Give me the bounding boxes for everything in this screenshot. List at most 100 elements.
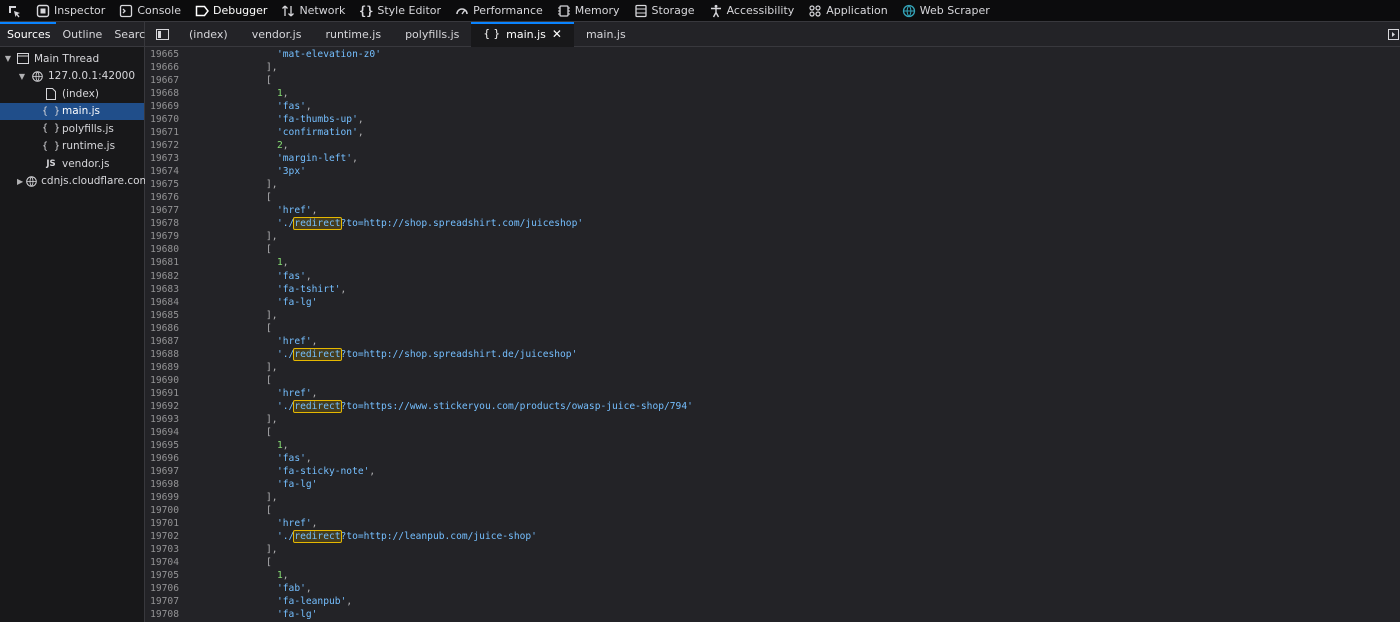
tool-web-scraper[interactable]: Web Scraper <box>894 0 996 22</box>
code-line[interactable]: 19707 'fa-leanpub', <box>145 595 1400 608</box>
code-line[interactable]: 19676 [ <box>145 191 1400 204</box>
code-line[interactable]: 19675], <box>145 178 1400 191</box>
tool-performance[interactable]: Performance <box>447 0 549 22</box>
code-line[interactable]: 19698 'fa-lg' <box>145 478 1400 491</box>
code-line[interactable]: 19672 2, <box>145 139 1400 152</box>
code-line[interactable]: 19681 1, <box>145 256 1400 269</box>
line-number[interactable]: 19691 <box>145 387 179 400</box>
line-number[interactable]: 19699 <box>145 491 179 504</box>
line-number[interactable]: 19704 <box>145 556 179 569</box>
line-number[interactable]: 19708 <box>145 608 179 621</box>
code-line[interactable]: 19703], <box>145 543 1400 556</box>
editor-tab-polyfills-js[interactable]: polyfills.js <box>393 22 471 47</box>
code-line[interactable]: 19697 'fa-sticky-note', <box>145 465 1400 478</box>
code-line[interactable]: 19678 './redirect?to=http://shop.spreadsh… <box>145 217 1400 231</box>
code-line[interactable]: 19692 './redirect?to=https://www.stickery… <box>145 399 1400 413</box>
line-number[interactable]: 19688 <box>145 348 179 361</box>
line-number[interactable]: 19697 <box>145 465 179 478</box>
tree-item-127-0-0-1-42000[interactable]: ▼ 127.0.0.1:42000 <box>0 68 144 86</box>
code-line[interactable]: 19673 'margin-left', <box>145 152 1400 165</box>
line-number[interactable]: 19676 <box>145 191 179 204</box>
line-number[interactable]: 19681 <box>145 256 179 269</box>
line-number[interactable]: 19675 <box>145 178 179 191</box>
line-number[interactable]: 19703 <box>145 543 179 556</box>
tree-item-runtime-js[interactable]: { } runtime.js <box>0 138 144 156</box>
code-line[interactable]: 19687 'href', <box>145 335 1400 348</box>
code-line[interactable]: 19685], <box>145 309 1400 322</box>
editor-tab-vendor-js[interactable]: vendor.js <box>240 22 314 47</box>
tree-item-main-thread[interactable]: ▼ Main Thread <box>0 50 144 68</box>
tree-item-vendor-js[interactable]: JS vendor.js <box>0 155 144 173</box>
line-number[interactable]: 19666 <box>145 61 179 74</box>
line-number[interactable]: 19682 <box>145 270 179 283</box>
code-line[interactable]: 19684 'fa-lg' <box>145 296 1400 309</box>
line-number[interactable]: 19702 <box>145 530 179 543</box>
line-number[interactable]: 19706 <box>145 582 179 595</box>
code-line[interactable]: 19686 [ <box>145 322 1400 335</box>
line-number[interactable]: 19683 <box>145 283 179 296</box>
code-line[interactable]: 19670 'fa-thumbs-up', <box>145 113 1400 126</box>
tool-accessibility[interactable]: Accessibility <box>701 0 801 22</box>
code-line[interactable]: 19680 [ <box>145 243 1400 256</box>
line-number[interactable]: 19678 <box>145 217 179 230</box>
code-line[interactable]: 19691 'href', <box>145 387 1400 400</box>
code-line[interactable]: 19706 'fab', <box>145 582 1400 595</box>
line-number[interactable]: 19679 <box>145 230 179 243</box>
editor-tab-main-js[interactable]: main.js <box>574 22 638 47</box>
editor-tab-runtime-js[interactable]: runtime.js <box>313 22 393 47</box>
tool-debugger[interactable]: Debugger <box>187 0 273 22</box>
code-line[interactable]: 19665 'mat-elevation-z0' <box>145 48 1400 61</box>
code-line[interactable]: 19667 [ <box>145 74 1400 87</box>
line-number[interactable]: 19694 <box>145 426 179 439</box>
code-line[interactable]: 19666], <box>145 61 1400 74</box>
line-number[interactable]: 19693 <box>145 413 179 426</box>
tree-item-main-js[interactable]: { } main.js <box>0 102 144 120</box>
line-number[interactable]: 19670 <box>145 113 179 126</box>
code-line[interactable]: 19671 'confirmation', <box>145 126 1400 139</box>
code-line[interactable]: 19682 'fas', <box>145 270 1400 283</box>
code-editor[interactable]: 19665'mat-elevation-z0' 19666], 19667[1966… <box>145 47 1400 622</box>
line-number[interactable]: 19672 <box>145 139 179 152</box>
line-number[interactable]: 19671 <box>145 126 179 139</box>
code-line[interactable]: 19694 [ <box>145 426 1400 439</box>
sidebar-tab-sources[interactable]: Sources <box>0 21 56 47</box>
tool-console[interactable]: Console <box>111 0 187 22</box>
tree-item-polyfills-js[interactable]: { } polyfills.js <box>0 120 144 138</box>
code-line[interactable]: 19699], <box>145 491 1400 504</box>
tool-inspector[interactable]: Inspector <box>28 0 111 22</box>
code-line[interactable]: 19674 '3px' <box>145 165 1400 178</box>
line-number[interactable]: 19705 <box>145 569 179 582</box>
line-number[interactable]: 19669 <box>145 100 179 113</box>
line-number[interactable]: 19698 <box>145 478 179 491</box>
code-line[interactable]: 19693], <box>145 413 1400 426</box>
code-line[interactable]: 19677 'href', <box>145 204 1400 217</box>
collapsed-arrow-icon[interactable]: ▶ <box>17 177 23 186</box>
expanded-arrow-icon[interactable]: ▼ <box>17 72 27 81</box>
code-line[interactable]: 19690 [ <box>145 374 1400 387</box>
secondary-panel-toggle-icon[interactable] <box>1386 22 1400 47</box>
tool-application[interactable]: Application <box>800 0 893 22</box>
line-number[interactable]: 19667 <box>145 74 179 87</box>
line-number[interactable]: 19692 <box>145 400 179 413</box>
line-number[interactable]: 19674 <box>145 165 179 178</box>
line-number[interactable]: 19684 <box>145 296 179 309</box>
code-line[interactable]: 19668 1, <box>145 87 1400 100</box>
code-line[interactable]: 19704 [ <box>145 556 1400 569</box>
sidebar-tab-outline[interactable]: Outline <box>56 22 108 47</box>
code-line[interactable]: 19683 'fa-tshirt', <box>145 283 1400 296</box>
code-line[interactable]: 19700 [ <box>145 504 1400 517</box>
code-line[interactable]: 19702 './redirect?to=http://leanpub.com/j… <box>145 530 1400 544</box>
code-line[interactable]: 19701 'href', <box>145 517 1400 530</box>
line-number[interactable]: 19680 <box>145 243 179 256</box>
line-number[interactable]: 19696 <box>145 452 179 465</box>
element-picker-icon[interactable] <box>0 0 28 22</box>
line-number[interactable]: 19687 <box>145 335 179 348</box>
code-line[interactable]: 19669 'fas', <box>145 100 1400 113</box>
code-line[interactable]: 19696 'fas', <box>145 452 1400 465</box>
tool-network[interactable]: Network <box>273 0 351 22</box>
code-line[interactable]: 19689], <box>145 361 1400 374</box>
line-number[interactable]: 19701 <box>145 517 179 530</box>
expanded-arrow-icon[interactable]: ▼ <box>3 54 13 63</box>
code-line[interactable]: 19688 './redirect?to=http://shop.spreadsh… <box>145 347 1400 361</box>
line-number[interactable]: 19668 <box>145 87 179 100</box>
